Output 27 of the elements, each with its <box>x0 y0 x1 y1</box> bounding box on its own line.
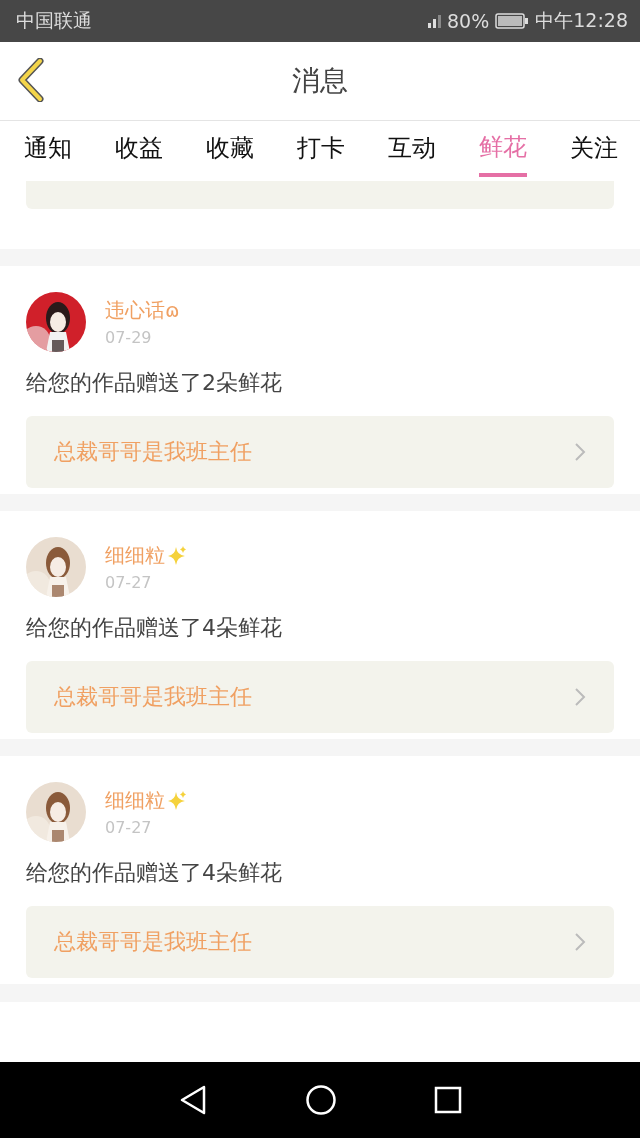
clock-time: 中午12:28 <box>535 8 628 33</box>
message-date: 07-27 <box>105 573 153 592</box>
tab[interactable]: 收藏 <box>206 121 254 177</box>
tab[interactable]: 打卡 <box>297 121 345 177</box>
user-name: 违心话ɷ <box>105 297 180 324</box>
chevron-right-icon <box>574 442 586 462</box>
message-date: 07-27 <box>105 818 153 837</box>
user-name: 细细粒 <box>105 542 165 569</box>
recents-nav-icon[interactable] <box>433 1086 462 1114</box>
user-name: 细细粒 <box>105 787 165 814</box>
tab[interactable]: 收益 <box>115 121 163 177</box>
battery-icon <box>495 12 530 30</box>
chevron-right-icon <box>574 932 586 952</box>
message-date: 07-29 <box>105 328 153 347</box>
home-nav-icon[interactable] <box>305 1084 337 1116</box>
chevron-right-icon <box>574 687 586 707</box>
signal-icon <box>428 14 441 28</box>
message-text: 给您的作品赠送了2朵鲜花 <box>26 369 283 397</box>
tab[interactable]: 通知 <box>24 121 72 177</box>
page-title: 消息 <box>292 63 348 99</box>
tab[interactable]: 关注 <box>570 121 618 177</box>
message-text: 给您的作品赠送了4朵鲜花 <box>26 859 283 887</box>
carrier-name: 中国联通 <box>16 8 92 33</box>
tab[interactable]: 互动 <box>388 121 436 177</box>
back-button[interactable] <box>16 58 46 105</box>
battery-percent: 80% <box>447 10 490 32</box>
message-text: 给您的作品赠送了4朵鲜花 <box>26 614 283 642</box>
